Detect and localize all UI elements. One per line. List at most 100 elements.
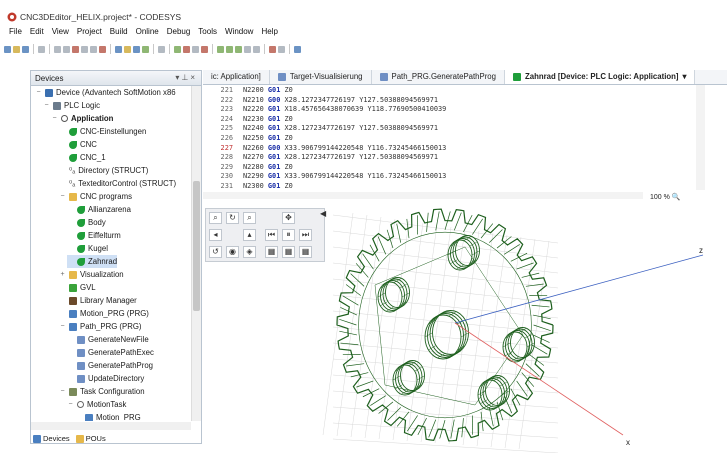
step-over-icon[interactable]	[217, 45, 224, 53]
collapse-icon[interactable]: −	[67, 398, 74, 411]
view-left-icon[interactable]: ◂	[209, 229, 222, 241]
collapse-icon[interactable]: −	[43, 99, 50, 112]
code-line[interactable]: 227 N2260 G00 X33.906799144220548 Y116.73…	[203, 143, 447, 153]
tree-item[interactable]: CNC-Einstellungen	[59, 125, 146, 138]
collapse-icon[interactable]: −	[59, 320, 66, 333]
menu-help[interactable]: Help	[257, 26, 281, 38]
view-top-icon[interactable]: ▴	[243, 229, 256, 241]
show-axes-icon[interactable]: ▦	[299, 246, 312, 258]
tab-pous[interactable]: POUs	[75, 433, 106, 444]
tree-item[interactable]: GVL	[59, 281, 96, 294]
find-icon[interactable]	[115, 45, 122, 53]
step-forward-icon[interactable]: ⏭	[299, 229, 312, 241]
save-icon[interactable]	[22, 45, 29, 53]
code-vertical-scrollbar[interactable]	[696, 85, 705, 190]
tree-item[interactable]: − Device (Advantech SoftMotion x86	[35, 86, 175, 99]
code-line[interactable]: 229 N2280 G01 Z0	[203, 162, 293, 172]
code-line[interactable]: 226 N2250 G01 Z0	[203, 133, 293, 143]
menu-tools[interactable]: Tools	[194, 26, 221, 38]
show-path-icon[interactable]: ▦	[265, 246, 278, 258]
step-into-icon[interactable]	[226, 45, 233, 53]
menu-project[interactable]: Project	[73, 26, 106, 38]
tree-horizontal-scrollbar[interactable]	[31, 422, 191, 430]
tab-devices[interactable]: Devices	[33, 433, 70, 444]
tree-item[interactable]: Motion_PRG (PRG)	[59, 307, 149, 320]
menu-debug[interactable]: Debug	[163, 26, 195, 38]
code-line[interactable]: 223 N2220 G01 X18.457656438070639 Y118.77…	[203, 104, 447, 114]
tree-item[interactable]: − Task Configuration	[59, 385, 144, 398]
tree-item[interactable]: − Application	[51, 112, 113, 125]
breakpoint-icon[interactable]	[244, 45, 251, 53]
show-grid-icon[interactable]: ▦	[282, 246, 295, 258]
pin-icon[interactable]: ⊥	[181, 73, 190, 82]
view-iso-icon[interactable]: ◈	[243, 246, 256, 258]
pause-icon[interactable]: ⏸	[282, 229, 295, 241]
scrollbar-thumb[interactable]	[193, 181, 200, 311]
tree-item[interactable]: − Path_PRG (PRG)	[59, 320, 141, 333]
code-line[interactable]: 230 N2290 G01 X33.906799144220548 Y116.73…	[203, 171, 447, 181]
undo-icon[interactable]	[54, 45, 61, 53]
code-line[interactable]: 221 N2200 G01 Z0	[203, 85, 293, 95]
bookmark-icon[interactable]	[142, 45, 149, 53]
tree-vertical-scrollbar[interactable]	[191, 86, 201, 421]
find-next-icon[interactable]	[133, 45, 140, 53]
tree-item[interactable]: GeneratePathExec	[67, 346, 154, 359]
build-icon[interactable]	[158, 45, 165, 53]
code-horizontal-scrollbar[interactable]	[203, 192, 643, 199]
cut-icon[interactable]	[72, 45, 79, 53]
collapse-icon[interactable]: −	[35, 86, 42, 99]
tab-target-visualisierung[interactable]: Target-Visualisierung	[270, 70, 372, 84]
tree-item[interactable]: Kugel	[67, 242, 108, 255]
tree-item[interactable]: Library Manager	[59, 294, 137, 307]
tree-item[interactable]: Zahnrad	[67, 255, 118, 268]
logout-icon[interactable]	[183, 45, 190, 53]
copy-icon[interactable]	[81, 45, 88, 53]
zoom-in-icon[interactable]: ⌕	[209, 212, 222, 224]
menu-file[interactable]: File	[5, 26, 26, 38]
tree-item[interactable]: ⁰ₐ TexteditorControl (STRUCT)	[59, 177, 176, 190]
tree-item[interactable]: GenerateNewFile	[67, 333, 149, 346]
view-front-icon[interactable]: ◉	[226, 246, 239, 258]
stop-icon[interactable]	[201, 45, 208, 53]
tree-item[interactable]: GeneratePathProg	[67, 359, 153, 372]
menu-online[interactable]: Online	[132, 26, 163, 38]
rotate-icon[interactable]: ↻	[226, 212, 239, 224]
force-values-icon[interactable]	[269, 45, 276, 53]
collapse-icon[interactable]: −	[59, 190, 66, 203]
tree-item[interactable]: − MotionTask	[67, 398, 126, 411]
zoom-out-icon[interactable]: ⌕	[243, 212, 256, 224]
code-line[interactable]: 224 N2230 G01 Z0	[203, 114, 293, 124]
step-out-icon[interactable]	[235, 45, 242, 53]
tree-item[interactable]: CNC_1	[59, 151, 106, 164]
options-icon[interactable]	[294, 45, 301, 53]
delete-icon[interactable]	[99, 45, 106, 53]
collapse-icon[interactable]: −	[59, 385, 66, 398]
tab-generatepathprog[interactable]: Path_PRG.GeneratePathProg	[372, 70, 505, 84]
watch-icon[interactable]	[253, 45, 260, 53]
open-project-icon[interactable]	[13, 45, 20, 53]
start-icon[interactable]	[192, 45, 199, 53]
code-line[interactable]: 222 N2210 G00 X28.1272347726197 Y127.5038…	[203, 95, 438, 105]
step-back-icon[interactable]: ⏮	[265, 229, 278, 241]
pan-icon[interactable]: ✥	[282, 212, 295, 224]
collapse-icon[interactable]: −	[51, 112, 58, 125]
tree-item[interactable]: ⁰ₐ Directory (STRUCT)	[59, 164, 148, 177]
paste-icon[interactable]	[90, 45, 97, 53]
menu-edit[interactable]: Edit	[26, 26, 48, 38]
code-line[interactable]: 228 N2270 G01 X28.1272347726197 Y127.5038…	[203, 152, 438, 162]
menu-window[interactable]: Window	[221, 26, 257, 38]
tree-item[interactable]: Body	[67, 216, 106, 229]
reset-view-icon[interactable]: ↺	[209, 246, 222, 258]
code-line[interactable]: 231 N2300 G01 Z0	[203, 181, 293, 191]
tree-item[interactable]: Allianzarena	[67, 203, 131, 216]
close-icon[interactable]: ×	[190, 73, 197, 82]
print-icon[interactable]	[38, 45, 45, 53]
redo-icon[interactable]	[63, 45, 70, 53]
expand-icon[interactable]: +	[59, 268, 66, 281]
tree-item[interactable]: − PLC Logic	[43, 99, 100, 112]
zoom-level[interactable]: 100 % 🔍	[650, 193, 681, 201]
tree-item[interactable]: UpdateDirectory	[67, 372, 144, 385]
tree-item[interactable]: CNC	[59, 138, 97, 151]
code-line[interactable]: 225 N2240 G01 X28.1272347726197 Y127.5038…	[203, 123, 438, 133]
tree-item[interactable]: Eiffelturm	[67, 229, 121, 242]
